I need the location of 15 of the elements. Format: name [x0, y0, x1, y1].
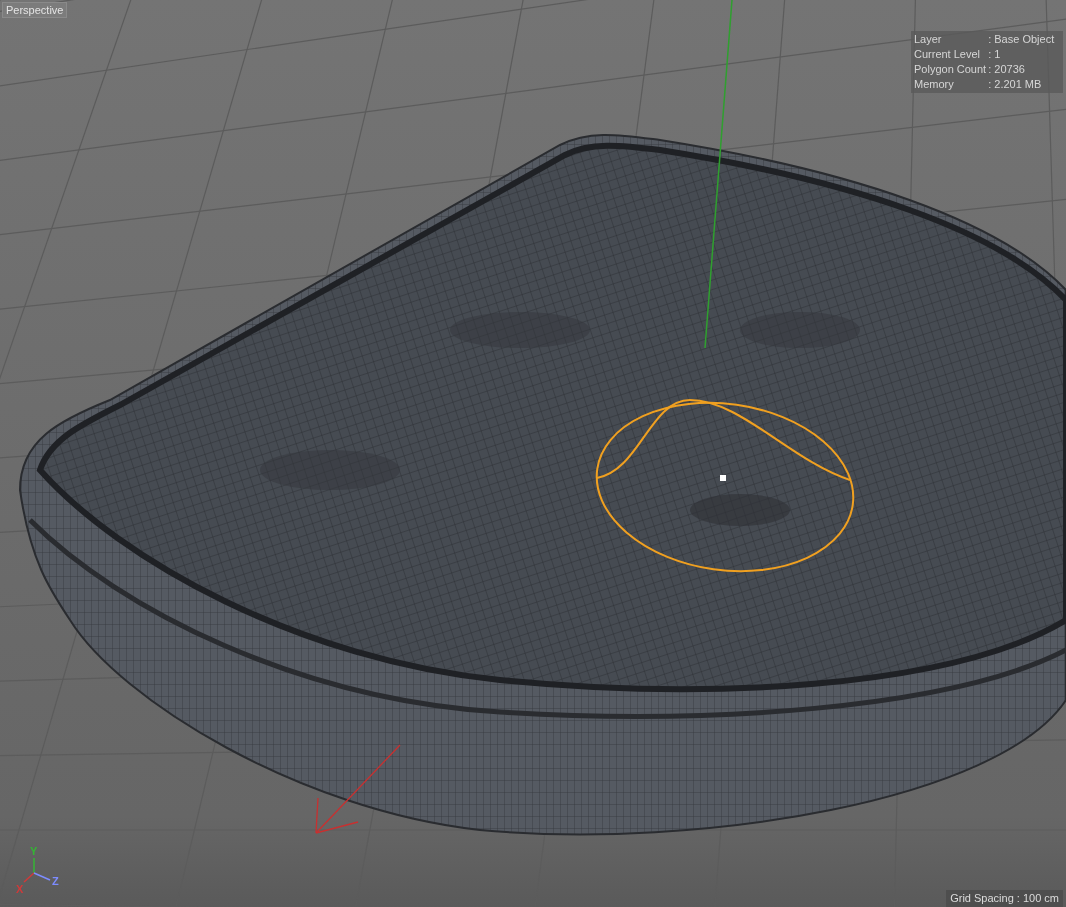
info-label: Memory: [914, 77, 955, 92]
info-label: Polygon Count: [914, 62, 987, 77]
axis-lines-icon: [23, 857, 51, 883]
grid-spacing-label: Grid Spacing : 100 cm: [946, 890, 1063, 907]
info-label: Layer: [914, 32, 943, 47]
info-value: : 20736: [988, 62, 1026, 77]
axis-label: X: [16, 884, 24, 895]
handle-icon[interactable]: [720, 475, 726, 481]
info-value: : Base Object: [988, 32, 1056, 47]
info-value: : 2.201 MB: [988, 77, 1043, 92]
viewport-title: Perspective: [2, 2, 68, 18]
axis-label: Z: [52, 876, 59, 887]
info-label: Current Level: [914, 47, 982, 62]
axis-label: Y: [30, 846, 38, 857]
info-value: : 1: [988, 47, 1002, 62]
